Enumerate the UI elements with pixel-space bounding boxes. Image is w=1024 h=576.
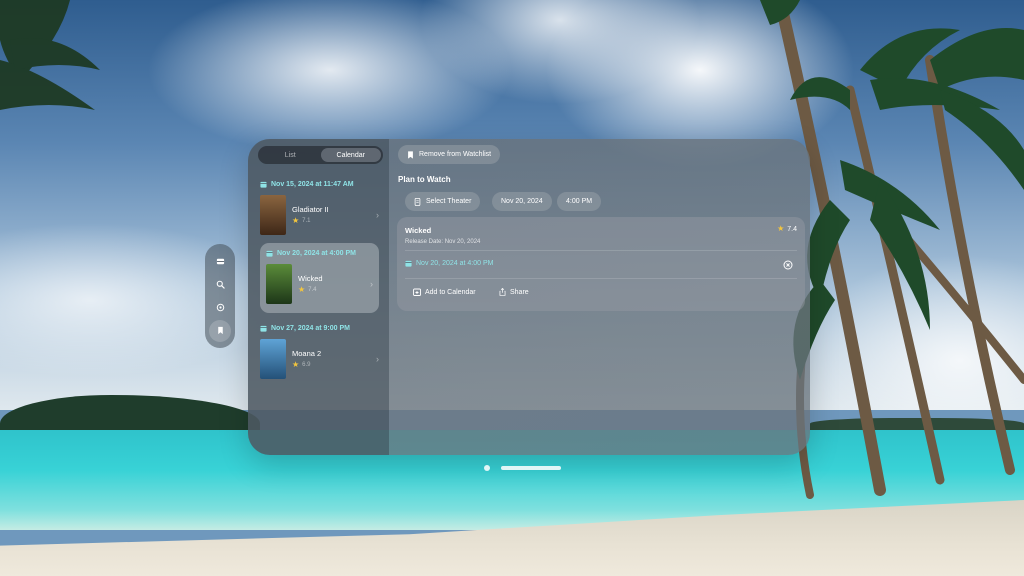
film-icon	[216, 258, 224, 265]
bookmark-icon	[408, 150, 413, 159]
remove-showtime-icon[interactable]	[783, 260, 793, 270]
remove-from-watchlist-button[interactable]: Remove from Watchlist	[398, 145, 501, 164]
time-picker[interactable]: 4:00 PM	[557, 192, 602, 211]
search-icon	[216, 280, 225, 289]
poster-moana-2	[260, 339, 286, 379]
star-icon: ★	[292, 216, 300, 225]
movie-row[interactable]: Moana 2 ★ 6.9 ›	[260, 338, 379, 380]
tab-movies[interactable]	[209, 251, 231, 273]
movie-title: Gladiator II	[292, 205, 329, 214]
schedule-pane: List Calendar Nov 15, 2024 at 11:47 AM G…	[248, 139, 389, 455]
poster-wicked	[266, 264, 292, 304]
document-icon	[414, 197, 421, 206]
calendar-icon	[266, 250, 273, 257]
movie-detail-card: Wicked ★ 7.4 Release Date: Nov 20, 2024 …	[397, 217, 805, 311]
tab-search[interactable]	[209, 274, 231, 296]
detail-pane: Remove from Watchlist Plan to Watch Sele…	[389, 139, 810, 455]
gear-icon	[216, 303, 224, 312]
tab-settings[interactable]	[209, 297, 231, 319]
schedule-date: Nov 27, 2024 at 9:00 PM	[260, 322, 379, 334]
schedule-group[interactable]: Nov 15, 2024 at 11:47 AM Gladiator II ★ …	[260, 178, 379, 236]
share-button[interactable]: Share	[499, 288, 529, 296]
tab-calendar[interactable]: Calendar	[320, 148, 381, 162]
view-mode-segmented-control: List Calendar	[258, 146, 383, 164]
share-icon	[499, 288, 506, 296]
movie-rating: ★ 7.4	[298, 285, 317, 294]
movie-title: Wicked	[298, 274, 323, 283]
chevron-right-icon: ›	[376, 354, 379, 364]
window-close-dot[interactable]	[484, 465, 490, 471]
calendar-icon	[260, 325, 267, 332]
calendar-icon	[260, 181, 267, 188]
add-to-calendar-button[interactable]: Add to Calendar	[413, 288, 476, 296]
watchlist-window: List Calendar Nov 15, 2024 at 11:47 AM G…	[248, 139, 810, 455]
select-theater-button[interactable]: Select Theater	[405, 192, 481, 211]
schedule-date: Nov 20, 2024 at 4:00 PM	[266, 247, 373, 259]
movie-row[interactable]: Gladiator II ★ 7.1 ›	[260, 194, 379, 236]
bookmark-icon	[217, 326, 223, 335]
movie-rating: ★ 6.9	[292, 360, 311, 369]
divider	[405, 278, 797, 279]
poster-gladiator-ii	[260, 195, 286, 235]
star-icon: ★	[777, 224, 785, 233]
schedule-date: Nov 15, 2024 at 11:47 AM	[260, 178, 379, 190]
star-icon: ★	[298, 285, 306, 294]
chevron-right-icon: ›	[370, 279, 373, 289]
schedule-group[interactable]: Nov 27, 2024 at 9:00 PM Moana 2 ★ 6.9 ›	[260, 322, 379, 380]
star-icon: ★	[292, 360, 300, 369]
schedule-group-selected[interactable]: Nov 20, 2024 at 4:00 PM Wicked ★ 7.4 ›	[260, 243, 379, 313]
movie-row[interactable]: Wicked ★ 7.4 ›	[266, 263, 373, 305]
showtime: Nov 20, 2024 at 4:00 PM	[405, 260, 493, 267]
detail-rating: ★ 7.4	[777, 224, 797, 233]
tab-bar	[205, 244, 235, 348]
tab-list[interactable]: List	[260, 148, 321, 162]
detail-title: Wicked	[405, 226, 432, 235]
window-grabber[interactable]	[501, 466, 561, 470]
date-picker[interactable]: Nov 20, 2024	[492, 192, 552, 211]
calendar-icon	[405, 260, 412, 267]
release-date: Release Date: Nov 20, 2024	[405, 239, 481, 245]
chevron-right-icon: ›	[376, 210, 379, 220]
movie-rating: ★ 7.1	[292, 216, 311, 225]
movie-title: Moana 2	[292, 349, 322, 358]
section-title: Plan to Watch	[398, 175, 451, 184]
calendar-add-icon	[413, 288, 421, 296]
divider	[405, 250, 797, 251]
tab-watchlist[interactable]	[209, 319, 231, 342]
